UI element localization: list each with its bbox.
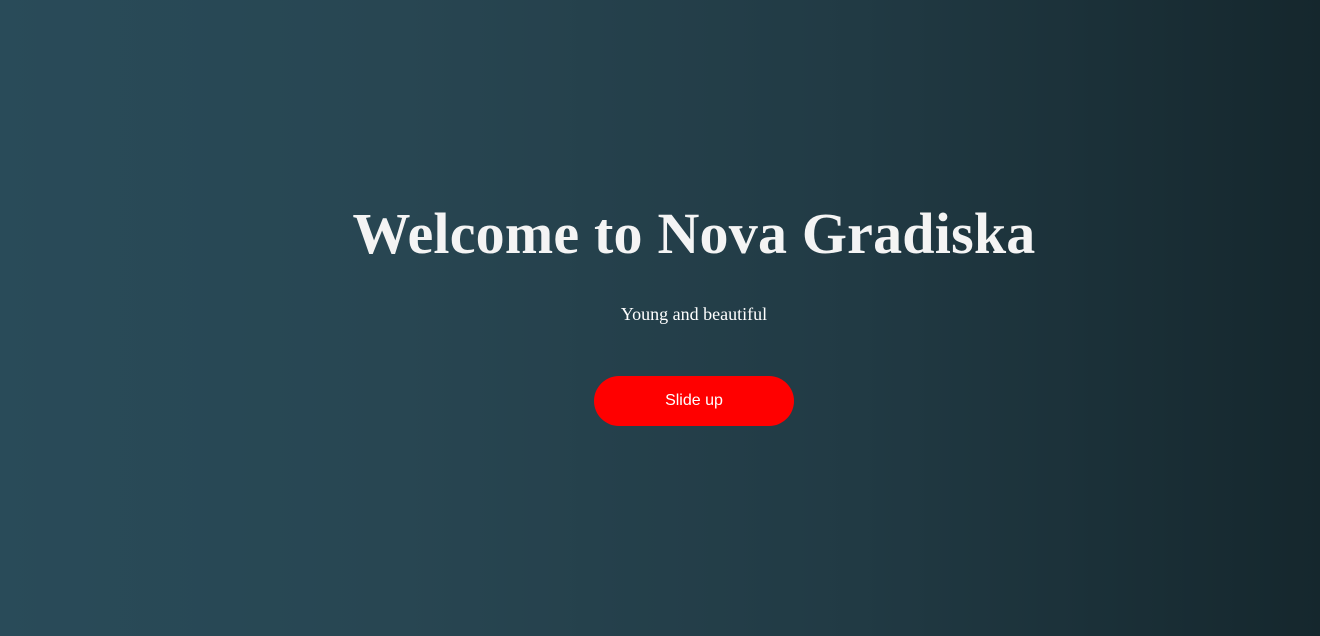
slide-up-button[interactable]: Slide up bbox=[594, 376, 794, 426]
hero-section: Welcome to Nova Gradiska Young and beaut… bbox=[0, 0, 1320, 636]
page-subtitle: Young and beautiful bbox=[620, 304, 768, 324]
page-title: Welcome to Nova Gradiska bbox=[352, 201, 1036, 266]
